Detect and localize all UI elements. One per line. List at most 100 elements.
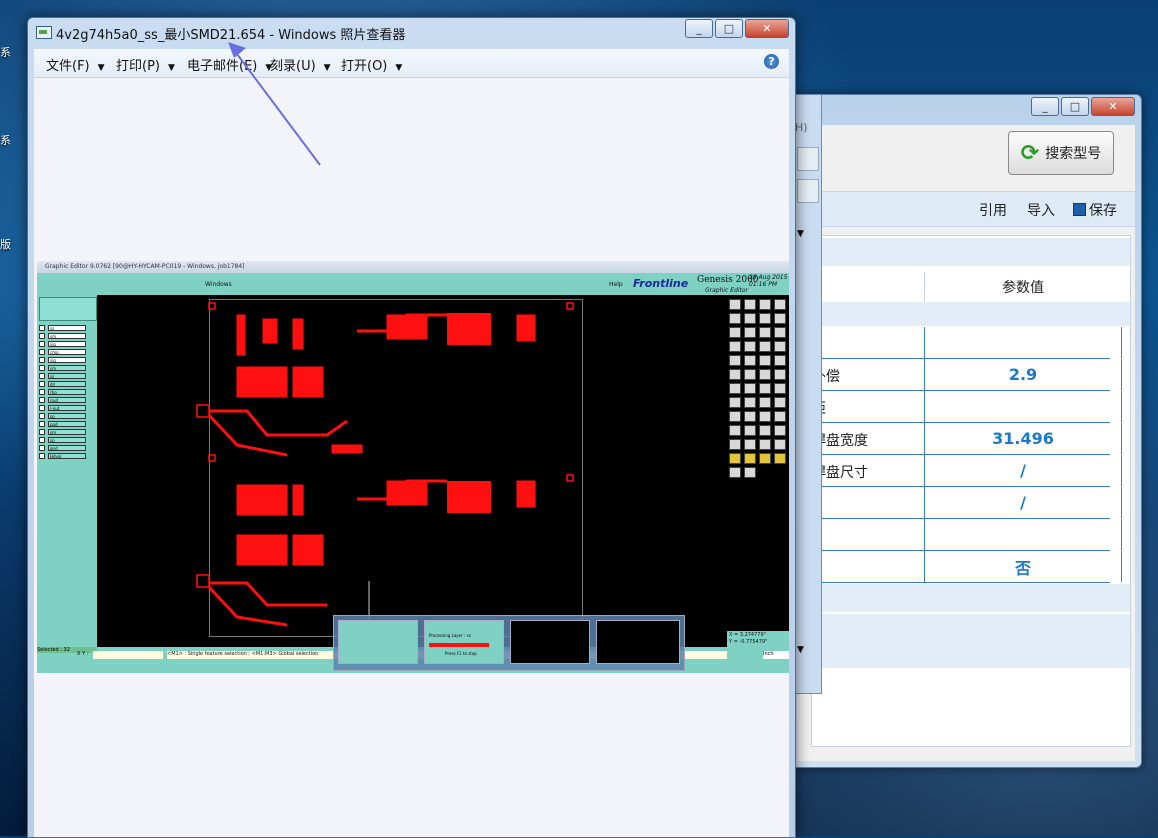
thumbnail-genesis-main[interactable]	[338, 620, 418, 664]
layer-row[interactable]: sig	[39, 341, 91, 347]
desktop-icon-label[interactable]: 系	[0, 44, 11, 60]
tool-button[interactable]	[759, 327, 771, 338]
tool-button[interactable]	[744, 425, 756, 436]
tool-button[interactable]	[744, 439, 756, 450]
tool-button[interactable]	[774, 299, 786, 310]
thumbnail-pcb-b[interactable]	[596, 620, 680, 664]
side-tab[interactable]	[797, 147, 819, 171]
layer-row[interactable]: drl	[39, 381, 91, 387]
tool-button[interactable]	[774, 411, 786, 422]
row-value[interactable]: 2.9	[924, 359, 1122, 390]
tool-button[interactable]	[774, 453, 786, 464]
layer-row[interactable]: Hdvol	[39, 453, 91, 459]
tool-button[interactable]	[759, 341, 771, 352]
xy-input[interactable]	[93, 651, 163, 659]
tool-button[interactable]	[759, 355, 771, 366]
tool-button[interactable]	[759, 439, 771, 450]
close-button[interactable]: ✕	[745, 19, 789, 38]
tool-button[interactable]	[744, 453, 756, 464]
tool-button[interactable]	[759, 453, 771, 464]
tool-button[interactable]	[744, 397, 756, 408]
layer-row[interactable]: sm	[39, 429, 91, 435]
side-tab[interactable]	[797, 179, 819, 203]
layer-row[interactable]: cmp	[39, 349, 91, 355]
layer-row[interactable]: sig	[39, 357, 91, 363]
tool-button[interactable]	[744, 355, 756, 366]
tool-button[interactable]	[729, 411, 741, 422]
tool-button[interactable]	[774, 425, 786, 436]
units-select[interactable]: Inch	[763, 651, 789, 659]
tool-button[interactable]	[729, 425, 741, 436]
tool-button[interactable]	[729, 397, 741, 408]
layer-checkbox[interactable]	[39, 349, 45, 355]
thumbnail-pcb-a[interactable]	[510, 620, 590, 664]
layer-checkbox[interactable]	[39, 405, 45, 411]
layer-row[interactable]: ss	[39, 325, 91, 331]
tool-button[interactable]	[729, 453, 741, 464]
menu-print[interactable]: 打印(P) ▼	[116, 55, 175, 74]
row-value[interactable]: /	[924, 455, 1122, 486]
layer-row[interactable]: sm	[39, 365, 91, 371]
desktop-icon-label[interactable]: 系	[0, 132, 11, 148]
tool-button[interactable]	[774, 439, 786, 450]
tool-button[interactable]	[729, 467, 741, 478]
tool-button[interactable]	[774, 313, 786, 324]
tool-button[interactable]	[729, 299, 741, 310]
tool-button[interactable]	[774, 383, 786, 394]
tool-button[interactable]	[759, 425, 771, 436]
layer-checkbox[interactable]	[39, 421, 45, 427]
tool-button[interactable]	[759, 397, 771, 408]
background-app-window[interactable]: _ □ ✕ ⟳ 搜索型号 引用 导入 保存 参数值 补偿 2.9 焊盘宽度 31…	[790, 94, 1142, 768]
tool-button[interactable]	[759, 411, 771, 422]
layer-row[interactable]: rout	[39, 397, 91, 403]
tool-button[interactable]	[744, 467, 756, 478]
maximize-button[interactable]: □	[715, 19, 743, 38]
tool-button[interactable]	[744, 411, 756, 422]
layer-checkbox[interactable]	[39, 437, 45, 443]
tool-button[interactable]	[729, 355, 741, 366]
layer-checkbox[interactable]	[39, 365, 45, 371]
row-value[interactable]: 31.496	[924, 423, 1122, 454]
search-model-button[interactable]: ⟳ 搜索型号	[1008, 131, 1114, 175]
layer-checkbox[interactable]	[39, 389, 45, 395]
tool-button[interactable]	[759, 383, 771, 394]
tool-button[interactable]	[729, 313, 741, 324]
row-value[interactable]	[924, 391, 1122, 422]
row-value[interactable]: 否	[924, 551, 1122, 582]
row-value[interactable]	[924, 327, 1122, 358]
tool-button[interactable]	[744, 383, 756, 394]
minimize-button[interactable]: _	[685, 19, 713, 38]
layer-checkbox[interactable]	[39, 397, 45, 403]
thumbnail-processing[interactable]: Processing Layer : ss Press F1 to stop	[424, 620, 504, 664]
import-button[interactable]: 导入	[1027, 200, 1055, 220]
cite-button[interactable]: 引用	[979, 200, 1007, 220]
middle-window-edge[interactable]: H) ▼ ▼	[794, 94, 822, 694]
layer-row[interactable]: sp	[39, 413, 91, 419]
tool-button[interactable]	[744, 327, 756, 338]
help-icon[interactable]: ?	[764, 54, 779, 69]
tool-button[interactable]	[774, 355, 786, 366]
layer-checkbox[interactable]	[39, 381, 45, 387]
tool-button[interactable]	[744, 341, 756, 352]
tool-button[interactable]	[729, 341, 741, 352]
desktop-icon-label[interactable]: 版	[0, 236, 11, 252]
row-value[interactable]	[924, 519, 1122, 550]
tool-button[interactable]	[729, 327, 741, 338]
layer-checkbox[interactable]	[39, 429, 45, 435]
tool-button[interactable]	[774, 341, 786, 352]
layer-checkbox[interactable]	[39, 357, 45, 363]
close-button[interactable]: ✕	[1091, 97, 1135, 116]
tool-button[interactable]	[729, 369, 741, 380]
layer-checkbox[interactable]	[39, 453, 45, 459]
tool-button[interactable]	[774, 327, 786, 338]
layer-checkbox[interactable]	[39, 445, 45, 451]
layer-checkbox[interactable]	[39, 325, 45, 331]
minimize-button[interactable]: _	[1031, 97, 1059, 116]
maximize-button[interactable]: □	[1061, 97, 1089, 116]
layer-row[interactable]: rtio	[39, 389, 91, 395]
layer-checkbox[interactable]	[39, 333, 45, 339]
layer-row[interactable]: sm	[39, 333, 91, 339]
tool-button[interactable]	[774, 369, 786, 380]
row-value[interactable]: /	[924, 487, 1122, 518]
tool-button[interactable]	[729, 439, 741, 450]
